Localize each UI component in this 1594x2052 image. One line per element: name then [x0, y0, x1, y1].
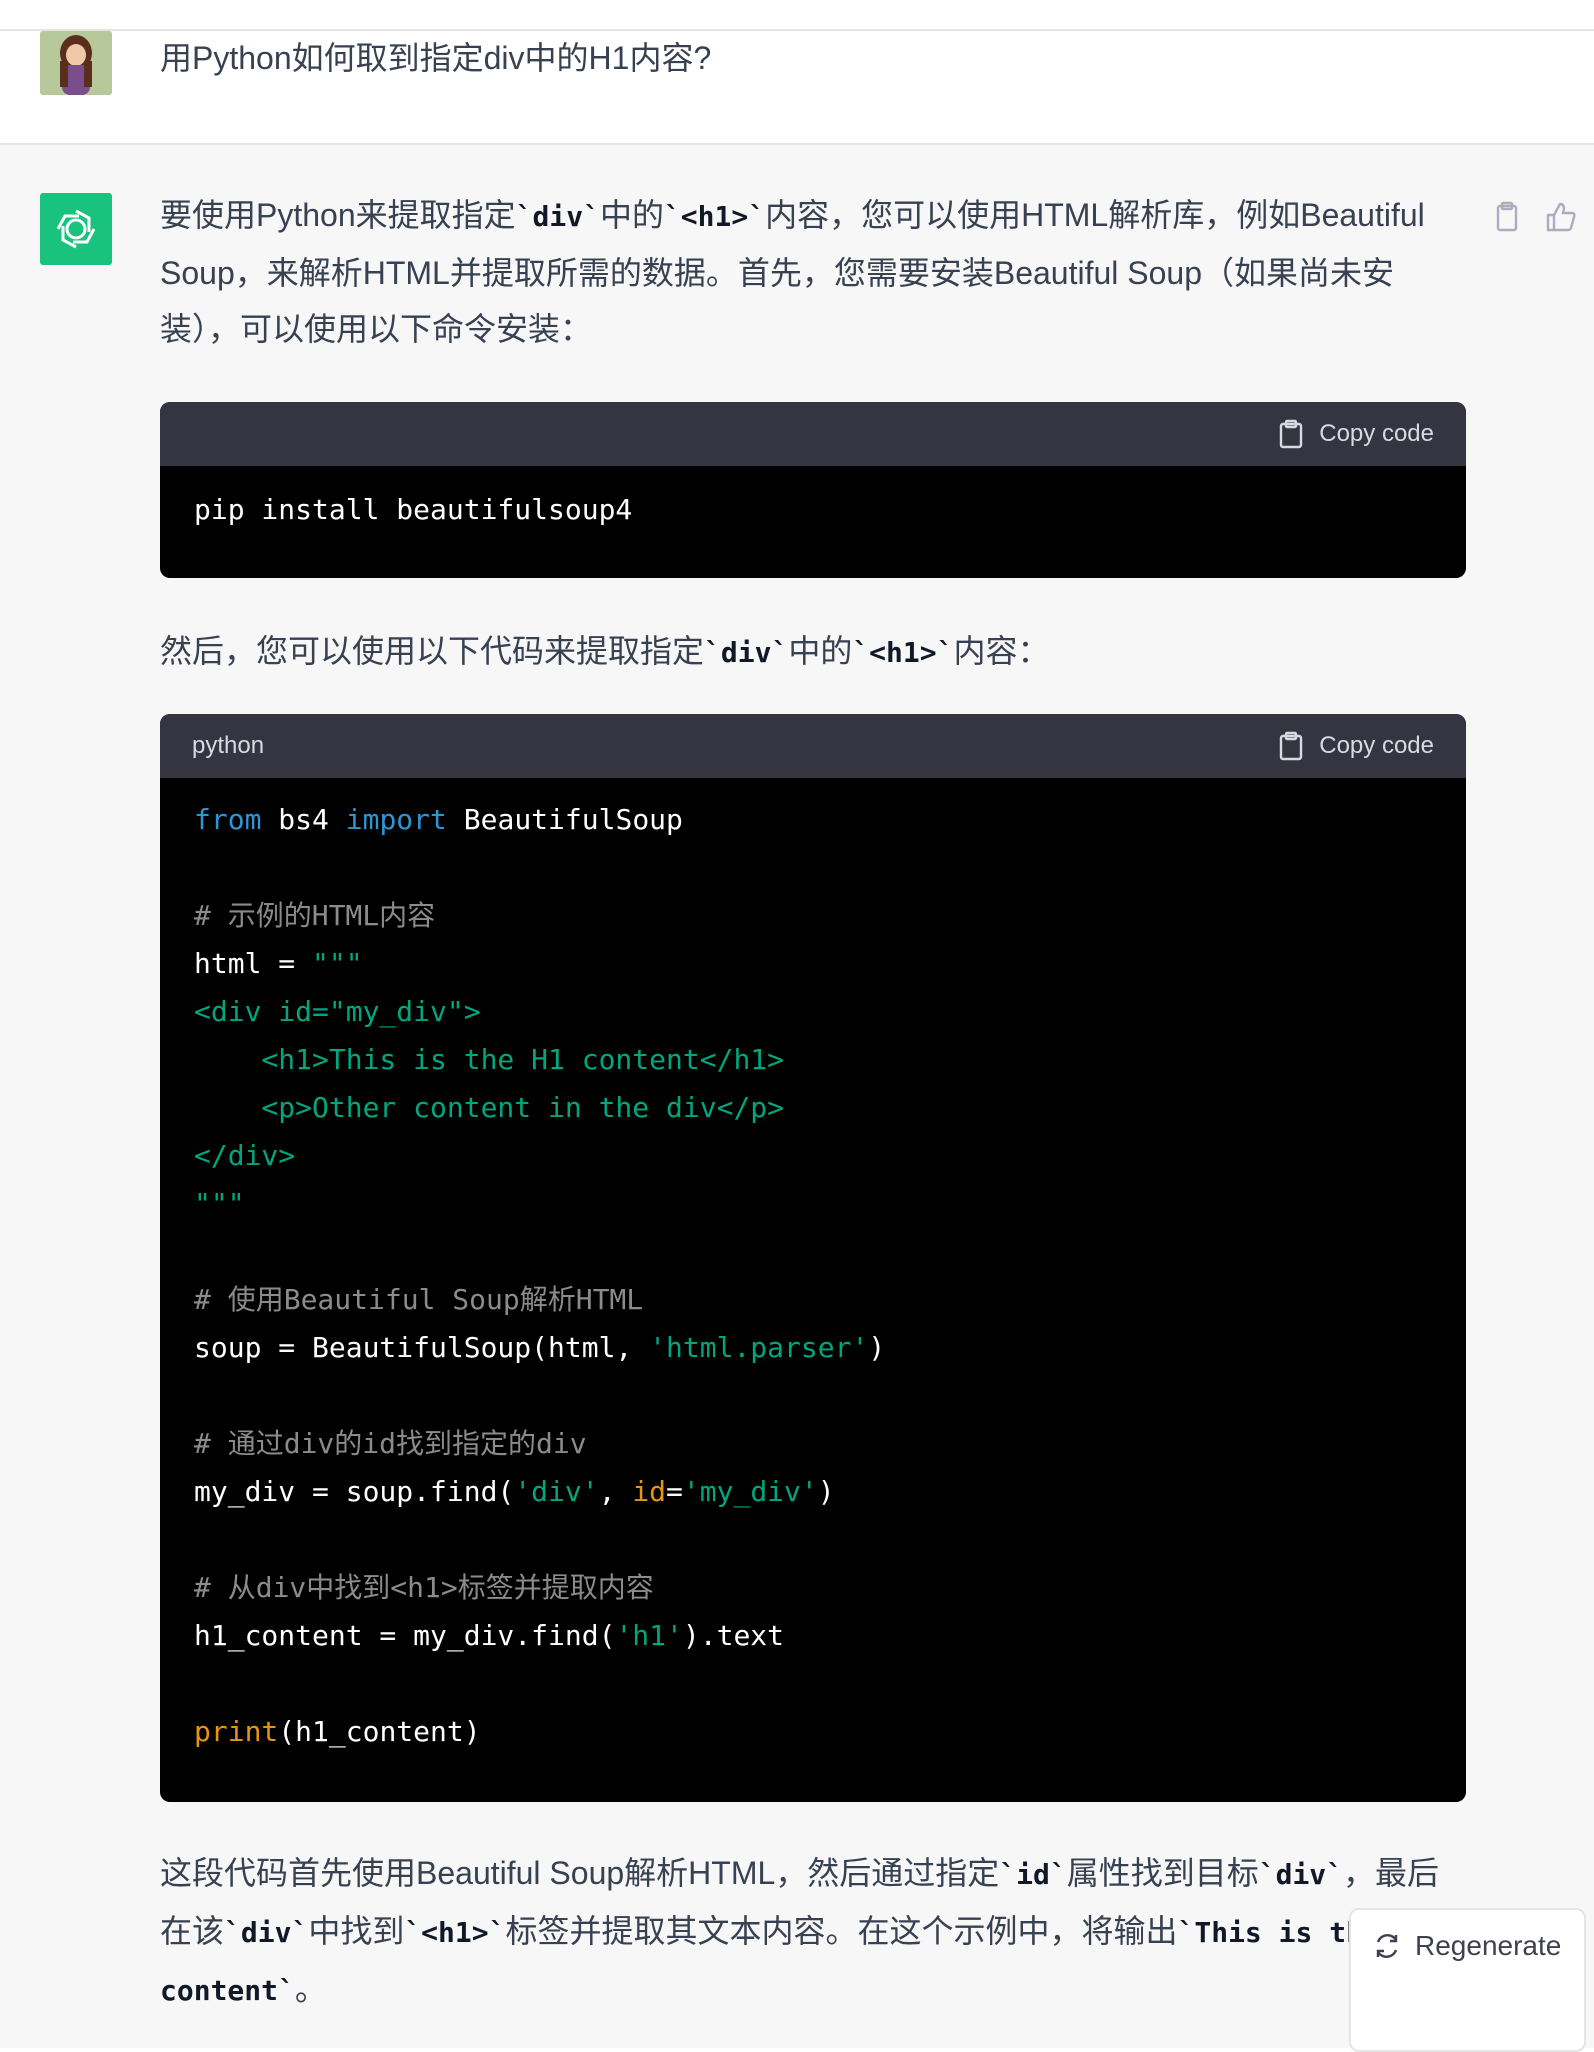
text: 标签并提取其文本内容。在这个示例中，将输出	[505, 1913, 1178, 1949]
code-line: h1_content = my_div.find('h1').text	[194, 1619, 785, 1652]
code-line: """	[194, 1187, 245, 1220]
assistant-paragraph-1: 要使用Python来提取指定`div`中的`<h1>`内容，您可以使用HTML解…	[160, 187, 1470, 357]
text: 然后，您可以使用以下代码来提取指定	[160, 633, 705, 669]
code-body: from bs4 import BeautifulSoup # 示例的HTML内…	[160, 778, 1466, 1756]
inline-code: `id`	[999, 1858, 1067, 1891]
assistant-paragraph-2: 然后，您可以使用以下代码来提取指定`div`中的`<h1>`内容：	[160, 623, 1470, 681]
text: 中的	[788, 633, 853, 669]
text: 要使用Python来提取指定	[160, 197, 516, 233]
inline-code: `div`	[1258, 1858, 1344, 1891]
thumbs-up-icon[interactable]	[1544, 200, 1578, 234]
copy-code-button[interactable]: Copy code	[1277, 419, 1434, 449]
text: 中的	[599, 197, 664, 233]
code-line: my_div = soup.find('div', id='my_div')	[194, 1475, 835, 1508]
copy-message-icon[interactable]	[1490, 200, 1524, 234]
clipboard-icon	[1280, 419, 1303, 449]
refresh-icon	[1376, 1934, 1398, 1958]
code-block-install: Copy code pip install beautifulsoup4	[160, 402, 1466, 578]
code-line: from bs4 import BeautifulSoup	[194, 803, 683, 836]
code-block-header: Copy code	[160, 402, 1466, 466]
text: 内容：	[953, 633, 1050, 669]
copy-code-button[interactable]: Copy code	[1277, 731, 1434, 761]
code-line: <h1>This is the H1 content</h1>	[194, 1043, 785, 1076]
code-comment: # 从div中找到<h1>标签并提取内容	[194, 1571, 654, 1604]
top-bar	[0, 0, 1594, 31]
code-line: <p>Other content in the div</p>	[194, 1091, 785, 1124]
code-comment: # 示例的HTML内容	[194, 899, 436, 932]
text: 属性找到目标	[1066, 1855, 1259, 1891]
code-line: soup = BeautifulSoup(html, 'html.parser'…	[194, 1331, 886, 1364]
regenerate-button[interactable]: Regenerate	[1349, 1908, 1586, 2052]
text: 这段代码首先使用Beautiful Soup解析HTML，然后通过指定	[160, 1855, 1000, 1891]
inline-code: `<h1>`	[663, 200, 766, 233]
code-line: <div id="my_div">	[194, 995, 481, 1028]
code-line: html = """	[194, 947, 363, 980]
user-message-row: 用Python如何取到指定div中的H1内容?	[0, 31, 1594, 145]
code-line: pip install beautifulsoup4	[194, 493, 633, 526]
inline-code: `div`	[224, 1916, 309, 1949]
clipboard-icon	[1280, 731, 1303, 761]
code-line: print(h1_content)	[194, 1715, 481, 1748]
assistant-paragraph-3: 这段代码首先使用Beautiful Soup解析HTML，然后通过指定`id`属…	[160, 1845, 1470, 2019]
code-body: pip install beautifulsoup4	[160, 466, 1466, 528]
inline-code: `div`	[515, 200, 600, 233]
copy-code-label: Copy code	[1319, 732, 1434, 759]
inline-code: `<h1>`	[852, 636, 954, 669]
code-block-header: python Copy code	[160, 714, 1466, 778]
code-block-python: python Copy code from bs4 import Beautif…	[160, 714, 1466, 1802]
text: 。	[294, 1971, 327, 2007]
assistant-message: 要使用Python来提取指定`div`中的`<h1>`内容，您可以使用HTML解…	[0, 145, 1594, 2048]
chatgpt-logo-icon	[40, 193, 112, 265]
copy-code-label: Copy code	[1319, 420, 1434, 447]
user-message-text: 用Python如何取到指定div中的H1内容?	[160, 40, 712, 76]
user-avatar	[40, 31, 112, 95]
code-comment: # 通过div的id找到指定的div	[194, 1427, 587, 1460]
regenerate-label: Regenerate	[1415, 1930, 1562, 1961]
inline-code: `div`	[704, 636, 789, 669]
code-language-label: python	[192, 732, 265, 759]
code-comment: # 使用Beautiful Soup解析HTML	[194, 1283, 644, 1316]
inline-code: `<h1>`	[404, 1916, 506, 1949]
code-line: </div>	[194, 1139, 296, 1172]
text: 中找到	[308, 1913, 405, 1949]
